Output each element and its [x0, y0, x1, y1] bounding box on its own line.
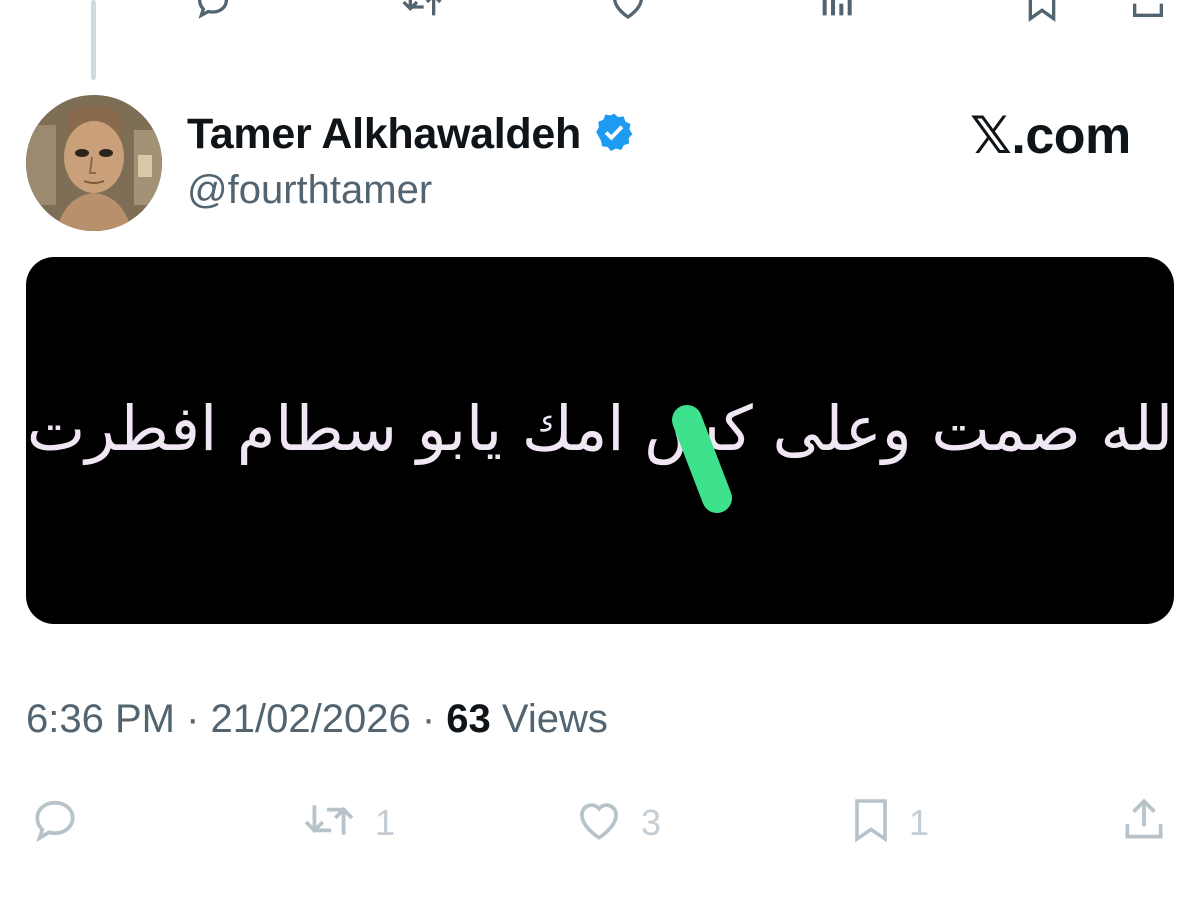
reply-button[interactable] [28, 795, 82, 850]
share-icon [1118, 795, 1170, 850]
bookmark-button[interactable]: 1 [847, 795, 929, 850]
tweet-date[interactable]: 21/02/2026 [211, 697, 411, 741]
tweet-action-bar: 1 3 1 [0, 795, 1200, 851]
retweet-button[interactable]: 1 [297, 795, 395, 850]
tweet-time[interactable]: 6:36 PM [26, 697, 175, 741]
meta-separator: · [174, 697, 211, 741]
retweet-icon [297, 795, 361, 850]
views-label[interactable]: Views [491, 697, 608, 741]
censor-mark-overlay [672, 405, 732, 513]
share-button[interactable] [1118, 795, 1170, 850]
tweet-meta: 6:36 PM · 21/02/2026 · 63 Views [26, 697, 608, 742]
like-icon [571, 795, 627, 850]
bookmark-icon [847, 795, 895, 850]
views-count[interactable]: 63 [446, 697, 491, 741]
bookmark-count: 1 [909, 801, 930, 843]
censor-mark [672, 405, 732, 513]
like-button[interactable]: 3 [571, 795, 661, 850]
like-count: 3 [641, 801, 662, 843]
meta-separator: · [410, 697, 447, 741]
reply-icon [28, 795, 82, 850]
retweet-count: 1 [375, 801, 396, 843]
